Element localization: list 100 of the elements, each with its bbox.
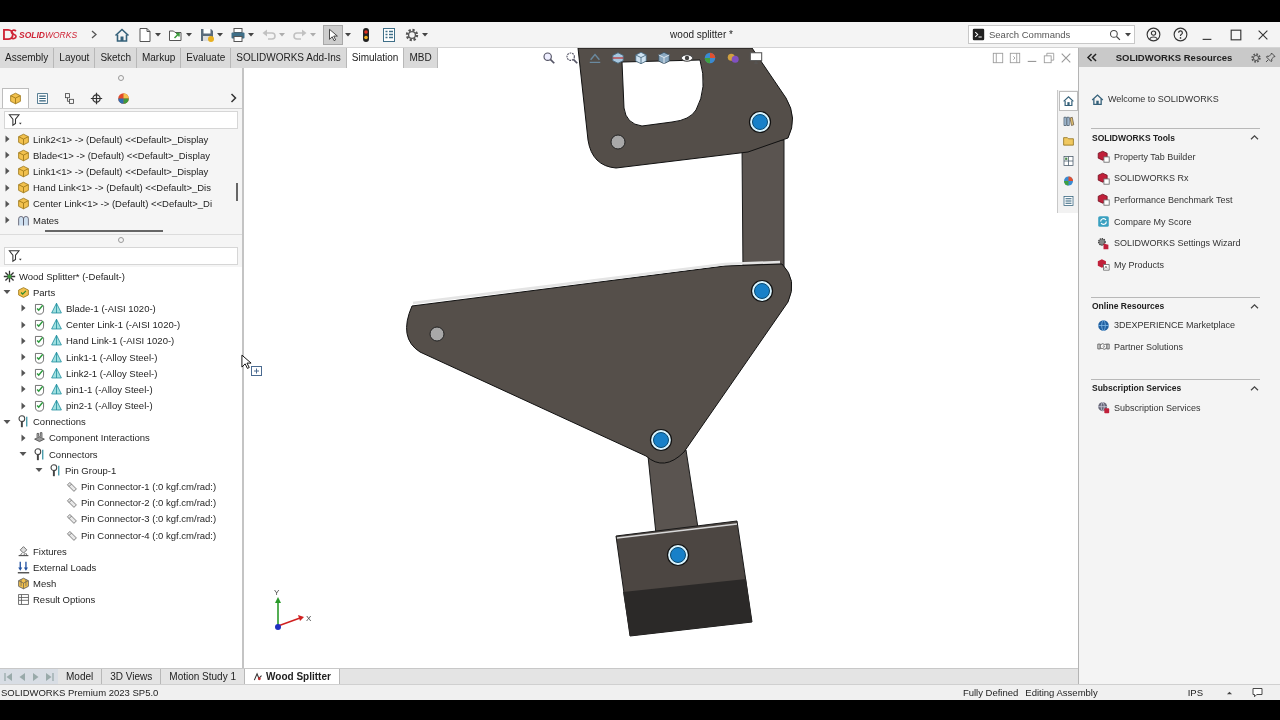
link[interactable]: Property Tab Builder (1114, 151, 1196, 162)
link[interactable]: SOLIDWORKS Rx (1114, 173, 1189, 184)
view-cube-icon[interactable] (634, 51, 648, 65)
link[interactable]: Partner Solutions (1114, 341, 1184, 352)
tree-item[interactable]: Parts (33, 286, 56, 298)
new-document-icon[interactable] (137, 26, 153, 43)
tree-item[interactable]: Component Interactions (49, 432, 150, 444)
link[interactable]: Subscription Services (1114, 402, 1201, 413)
command-tab[interactable]: SOLIDWORKS Add-Ins (231, 48, 347, 68)
link[interactable]: My Products (1114, 259, 1164, 270)
link[interactable]: Compare My Score (1114, 216, 1192, 227)
double-chevron-left-icon[interactable] (1086, 53, 1098, 62)
display-cube-icon[interactable] (657, 51, 671, 65)
zoom-to-fit-icon[interactable] (542, 51, 556, 65)
caret-down-icon[interactable] (217, 31, 223, 38)
tree-item[interactable]: Mesh (33, 578, 57, 590)
printer-icon[interactable] (230, 26, 246, 43)
tree-item[interactable]: Link2-1 (-Alloy Steel-) (66, 367, 158, 379)
tree-item[interactable]: Blade<1> -> (Default) <<Default>_Display (33, 149, 210, 161)
panel-left-icon[interactable] (992, 52, 1004, 64)
tree-item[interactable]: Pin Group-1 (65, 464, 117, 476)
caret-up-icon[interactable] (1226, 689, 1233, 696)
tree-item[interactable]: Pin Connector-3 (:0 kgf.cm/rad:) (81, 513, 217, 525)
search-field[interactable]: Search Commands (989, 27, 1105, 42)
pushpin-icon[interactable] (1265, 52, 1276, 63)
axis-triad-icon (275, 597, 304, 630)
tree-item[interactable]: Pin Connector-1 (:0 kgf.cm/rad:) (81, 481, 217, 493)
tree-item[interactable]: Blade-1 (-AISI 1020-) (66, 302, 156, 314)
tree-item[interactable]: Pin Connector-4 (:0 kgf.cm/rad:) (81, 529, 217, 541)
panel-right-icon[interactable] (1009, 52, 1021, 64)
speech-bubble-icon[interactable] (1251, 686, 1264, 699)
user-icon[interactable] (1146, 27, 1161, 42)
link[interactable]: 3DEXPERIENCE Marketplace (1114, 320, 1236, 331)
caret-down-icon[interactable] (1125, 31, 1131, 38)
caret-down-icon[interactable] (422, 31, 428, 38)
tree-item[interactable]: Fixtures (33, 545, 67, 557)
caret-down-icon[interactable] (248, 31, 254, 38)
tree-item[interactable]: Connections (33, 416, 86, 428)
chevron-right-icon[interactable] (91, 30, 97, 39)
section-view-icon[interactable] (611, 51, 625, 65)
tree-item[interactable]: Hand Link<1> -> (Default) <<Default>_Dis (33, 182, 211, 194)
units-selector[interactable]: IPS (1187, 687, 1203, 698)
caret-down-icon[interactable] (155, 31, 161, 38)
gear-icon[interactable] (404, 26, 420, 43)
tree-item[interactable]: Link1-1 (-Alloy Steel-) (66, 351, 158, 363)
home-icon[interactable] (114, 26, 130, 43)
scrollbar-thumb[interactable] (45, 230, 163, 232)
monitor-icon[interactable] (749, 51, 763, 65)
filter-icon[interactable] (8, 113, 23, 127)
filter-icon[interactable] (8, 249, 23, 263)
tree-item[interactable]: pin1-1 (-Alloy Steel-) (66, 383, 153, 395)
app-logo-text: SOLIDWORKS (19, 29, 78, 40)
tree-item[interactable]: Center Link-1 (-AISI 1020-) (66, 319, 181, 331)
link[interactable]: Welcome to SOLIDWORKS (1108, 94, 1219, 104)
command-tab[interactable]: Layout (54, 48, 96, 68)
command-tab[interactable]: Evaluate (181, 48, 232, 68)
caret-up-icon[interactable] (1250, 302, 1259, 310)
chevron-right-icon[interactable] (230, 93, 237, 103)
search-icon[interactable] (1109, 28, 1121, 41)
pyramid-icon (50, 318, 63, 332)
tree-item[interactable]: Mates (33, 214, 59, 226)
help-icon[interactable] (1173, 27, 1188, 42)
resize-handle-icon[interactable] (117, 236, 125, 244)
list-document-icon[interactable] (381, 26, 397, 43)
filter-field[interactable] (4, 111, 238, 129)
document-tab[interactable]: Wood Splitter (245, 669, 340, 684)
command-tab[interactable]: Assembly (0, 48, 55, 68)
tree-item[interactable]: Center Link<1> -> (Default) <<Default>_Di (33, 198, 212, 210)
overlapping-circles-icon[interactable] (726, 51, 740, 65)
link[interactable]: SOLIDWORKS Settings Wizard (1114, 238, 1241, 249)
command-tab[interactable]: MBD (404, 48, 438, 68)
eye-icon[interactable] (680, 51, 694, 65)
tree-item[interactable]: Wood Splitter* (-Default-) (19, 270, 125, 282)
tree-item[interactable]: External Loads (33, 561, 97, 573)
tree-item[interactable]: Pin Connector-2 (:0 kgf.cm/rad:) (81, 497, 217, 509)
gear-icon[interactable] (1250, 51, 1262, 64)
caret-down-icon[interactable] (186, 31, 192, 38)
tree-item[interactable]: Result Options (33, 594, 96, 606)
caret-up-icon[interactable] (1250, 384, 1259, 392)
shield-check-icon (33, 399, 46, 413)
search-bar[interactable]: Search Commands (968, 25, 1135, 44)
filter-field[interactable] (4, 247, 238, 265)
tree-item[interactable]: Connectors (49, 448, 98, 460)
tree-item[interactable]: pin2-1 (-Alloy Steel-) (66, 400, 153, 412)
pointer-icon[interactable] (323, 24, 343, 45)
caret-up-icon[interactable] (1250, 134, 1259, 141)
tree-item[interactable]: Link2<1> -> (Default) <<Default>_Display (33, 133, 209, 145)
link[interactable]: Performance Benchmark Test (1114, 195, 1233, 205)
scrollbar-thumb[interactable] (236, 183, 238, 201)
tree-item[interactable]: Hand Link-1 (-AISI 1020-) (66, 335, 175, 347)
home-icon[interactable] (1058, 91, 1078, 111)
zoom-area-icon[interactable] (565, 51, 579, 65)
tree-item[interactable]: Link1<1> -> (Default) <<Default>_Display (33, 165, 209, 177)
caret-down-icon[interactable] (345, 31, 351, 38)
cube-icon[interactable] (2, 88, 29, 108)
resize-handle-icon[interactable] (117, 74, 125, 82)
maximize-icon[interactable] (1229, 27, 1243, 42)
command-tab[interactable]: Markup (136, 48, 182, 68)
save-icon[interactable] (199, 26, 215, 43)
command-tab[interactable]: Sketch (95, 48, 137, 68)
